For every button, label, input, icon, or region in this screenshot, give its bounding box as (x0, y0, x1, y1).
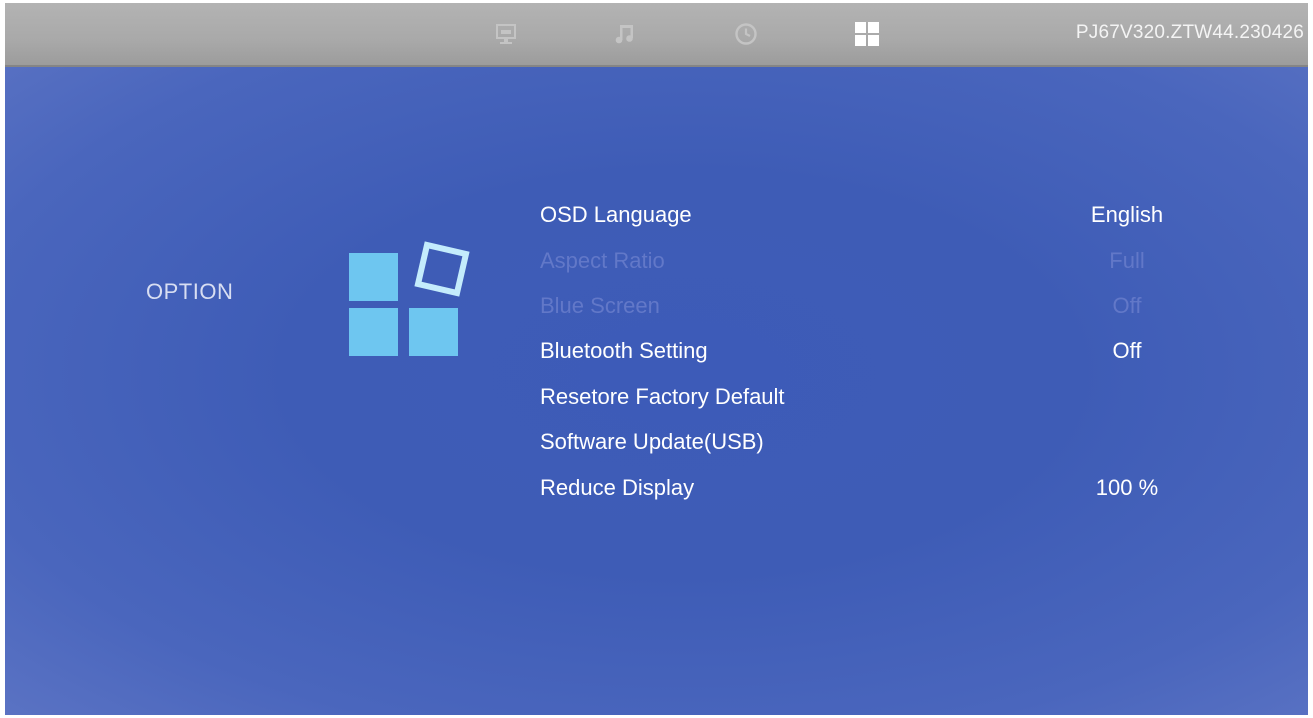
osd-screen: PJ67V320.ZTW44.230426 OPTION OSD Languag… (5, 3, 1308, 715)
tab-time[interactable] (732, 20, 760, 48)
menu-item-value: Off (1112, 293, 1142, 318)
clock-icon (735, 23, 757, 45)
menu-item-value: Off (1112, 338, 1142, 363)
picture-icon (496, 24, 516, 44)
tab-option[interactable] (853, 20, 881, 48)
option-grid-icon (348, 238, 476, 360)
menu-item-aspect-ratio: Aspect Ratio Full (540, 248, 1200, 278)
tab-sound[interactable] (611, 20, 639, 48)
menu-tab-bar: PJ67V320.ZTW44.230426 (5, 3, 1308, 67)
menu-item-label: Software Update(USB) (540, 429, 764, 454)
menu-item-blue-screen: Blue Screen Off (540, 293, 1200, 323)
menu-item-label: Bluetooth Setting (540, 338, 708, 363)
menu-item-value: Full (1109, 248, 1145, 273)
menu-item-label: Blue Screen (540, 293, 660, 318)
menu-item-label: Aspect Ratio (540, 248, 665, 273)
menu-item-restore-factory-default[interactable]: Resetore Factory Default (540, 384, 1200, 414)
music-note-icon (615, 25, 633, 44)
menu-item-label: Reduce Display (540, 475, 695, 500)
menu-item-label: Resetore Factory Default (540, 384, 785, 409)
menu-item-bluetooth-setting[interactable]: Bluetooth Setting Off (540, 338, 1200, 368)
section-title: OPTION (146, 279, 234, 304)
firmware-version: PJ67V320.ZTW44.230426 (1075, 22, 1304, 43)
menu-item-value: English (1090, 202, 1164, 227)
tab-picture[interactable] (492, 20, 520, 48)
menu-item-osd-language[interactable]: OSD Language English (540, 202, 1200, 232)
menu-item-reduce-display[interactable]: Reduce Display 100 % (540, 475, 1200, 505)
menu-item-value: 100 % (1095, 475, 1159, 500)
menu-item-software-update[interactable]: Software Update(USB) (540, 429, 1200, 459)
menu-item-label: OSD Language (540, 202, 692, 227)
option-grid-icon (855, 22, 879, 46)
